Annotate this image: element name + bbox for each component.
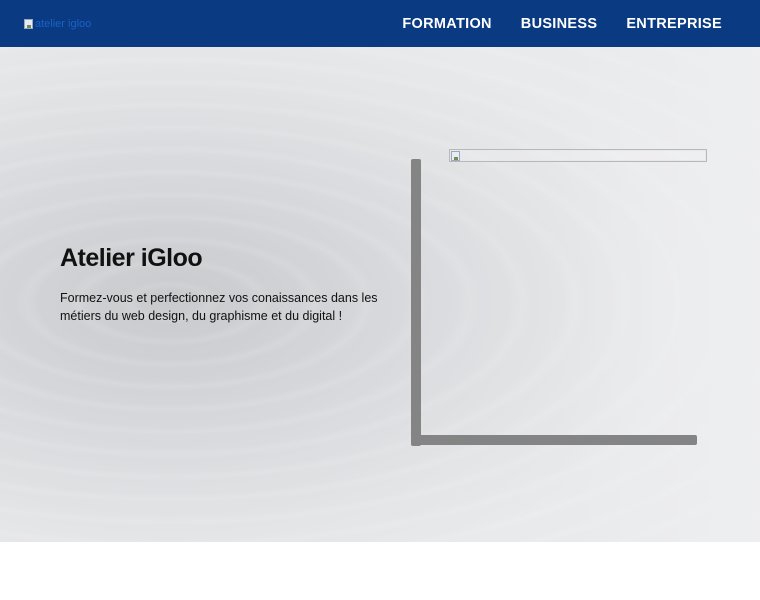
nav-item-entreprise[interactable]: ENTREPRISE	[626, 16, 722, 32]
hero-description: Formez-vous et perfectionnez vos conaiss…	[60, 291, 378, 323]
image-frame-bottom-bar	[411, 435, 697, 445]
logo-alt-text: atelier igloo	[35, 18, 92, 30]
hero-image-placeholder	[449, 149, 707, 162]
image-frame-left-bar	[411, 159, 421, 446]
hero-section: Atelier iGloo Formez-vous et perfectionn…	[0, 47, 760, 542]
main-nav: FORMATION BUSINESS ENTREPRISE	[402, 0, 722, 47]
nav-item-business[interactable]: BUSINESS	[521, 16, 598, 32]
hero-title: Atelier iGloo	[60, 244, 203, 272]
broken-image-icon	[24, 19, 33, 29]
broken-image-icon	[451, 151, 460, 161]
content-section	[0, 542, 760, 600]
nav-item-formation[interactable]: FORMATION	[402, 16, 491, 32]
site-header: atelier igloo FORMATION BUSINESS ENTREPR…	[0, 0, 760, 47]
logo-link[interactable]: atelier igloo	[24, 17, 91, 31]
